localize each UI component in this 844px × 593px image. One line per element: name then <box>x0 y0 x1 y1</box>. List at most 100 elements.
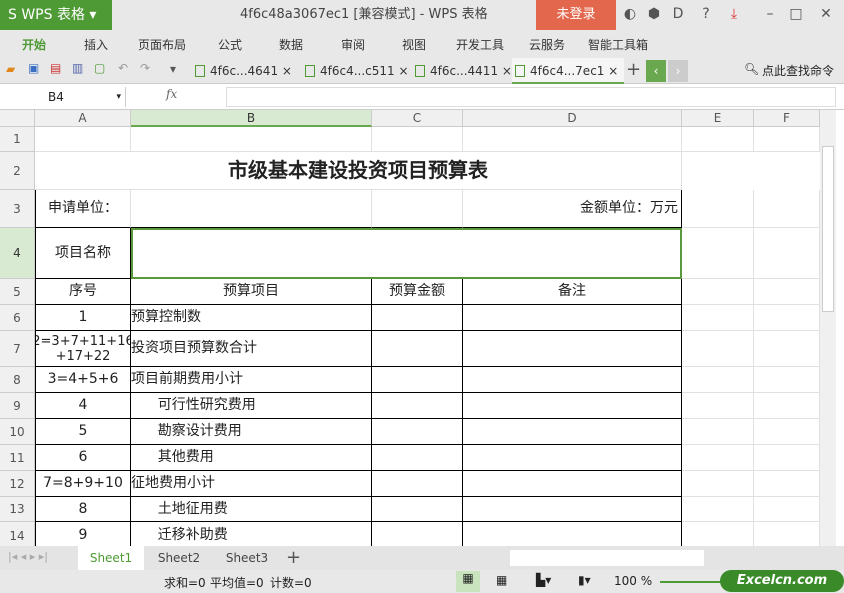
doc-tab[interactable]: 4f6c4...c511 × <box>302 58 410 84</box>
ribbon-tab-1[interactable]: 插入 <box>84 36 108 53</box>
feedback-icon[interactable]: D <box>668 6 688 22</box>
row-header-1[interactable]: 1 <box>0 127 35 152</box>
cell-A4[interactable]: 项目名称 <box>35 228 131 279</box>
cell-E10[interactable] <box>682 419 754 445</box>
maximize-button[interactable]: □ <box>786 6 806 22</box>
cell-B9[interactable]: 可行性研究费用 <box>131 393 372 419</box>
close-button[interactable]: ✕ <box>816 6 836 22</box>
command-search[interactable]: 点此查找命令 <box>762 62 834 79</box>
scroll-thumb[interactable] <box>822 146 834 312</box>
row-header-9[interactable]: 9 <box>0 393 35 419</box>
cell-D8[interactable] <box>463 367 682 393</box>
column-header-E[interactable]: E <box>682 110 754 127</box>
ribbon-tab-7[interactable]: 开发工具 <box>456 36 504 53</box>
cell-B12[interactable]: 征地费用小计 <box>131 471 372 497</box>
row-header-3[interactable]: 3 <box>0 190 35 228</box>
normal-view-icon[interactable]: ▦ <box>456 571 480 592</box>
row-header-13[interactable]: 13 <box>0 497 35 522</box>
spreadsheet-grid[interactable]: A B C D E F 1 2 市级基本建设投资项目预算表 3 申请单位： 金额单位：万元 4 项目名称 5… <box>0 110 820 546</box>
row-header-8[interactable]: 8 <box>0 367 35 393</box>
cell-B3[interactable] <box>131 190 372 228</box>
skin-icon[interactable]: ◐ <box>620 6 640 22</box>
cell-F7[interactable] <box>754 331 820 367</box>
horizontal-scrollbar[interactable] <box>510 550 704 566</box>
print-preview-icon[interactable]: ▢ <box>94 61 105 75</box>
row-header-7[interactable]: 7 <box>0 331 35 367</box>
ribbon-tab-5[interactable]: 审阅 <box>341 36 365 53</box>
row-header-5[interactable]: 5 <box>0 279 35 305</box>
cell-D10[interactable] <box>463 419 682 445</box>
cell-A1[interactable] <box>35 127 131 152</box>
redo-icon[interactable]: ↷ <box>140 61 150 75</box>
cell-A9[interactable]: 4 <box>35 393 131 419</box>
cell-B7[interactable]: 投资项目预算数合计 <box>131 331 372 367</box>
row-header-4[interactable]: 4 <box>0 228 35 279</box>
cell-D6[interactable] <box>463 305 682 331</box>
cell-B1[interactable] <box>131 127 372 152</box>
cell-D13[interactable] <box>463 497 682 522</box>
ribbon-tab-8[interactable]: 云服务 <box>529 36 565 53</box>
minimize-button[interactable]: – <box>760 6 780 22</box>
cell-A5[interactable]: 序号 <box>35 279 131 305</box>
cell-F13[interactable] <box>754 497 820 522</box>
cell-E5[interactable] <box>682 279 754 305</box>
cell-E11[interactable] <box>682 445 754 471</box>
export-pdf-icon[interactable]: ▤ <box>50 61 61 75</box>
cell-E12[interactable] <box>682 471 754 497</box>
cell-A11[interactable]: 6 <box>35 445 131 471</box>
more-dropdown-icon[interactable]: ▾ <box>170 62 176 76</box>
cell-C12[interactable] <box>372 471 463 497</box>
ribbon-tab-3[interactable]: 公式 <box>218 36 242 53</box>
ribbon-tab-6[interactable]: 视图 <box>402 36 426 53</box>
page-break-view-icon[interactable]: ▦ <box>496 573 507 587</box>
close-tab-icon[interactable]: × <box>604 64 618 78</box>
cell-C10[interactable] <box>372 419 463 445</box>
cell-F5[interactable] <box>754 279 820 305</box>
cell-D14[interactable] <box>463 522 682 546</box>
sheet-tab-Sheet3[interactable]: Sheet3 <box>214 546 280 570</box>
close-tab-icon[interactable]: × <box>278 64 292 78</box>
close-tab-icon[interactable]: × <box>498 64 512 78</box>
ribbon-tab-0[interactable]: 开始 <box>22 36 46 53</box>
cell-C13[interactable] <box>372 497 463 522</box>
cell-A10[interactable]: 5 <box>35 419 131 445</box>
cell-D5[interactable]: 备注 <box>463 279 682 305</box>
cell-E1[interactable] <box>682 127 754 152</box>
cell-F1[interactable] <box>754 127 820 152</box>
cell-F11[interactable] <box>754 445 820 471</box>
row-header-10[interactable]: 10 <box>0 419 35 445</box>
column-header-D[interactable]: D <box>463 110 682 127</box>
tab-next-button[interactable]: › <box>668 60 688 82</box>
cell-E4[interactable] <box>682 228 754 279</box>
cell-D9[interactable] <box>463 393 682 419</box>
undo-icon[interactable]: ↶ <box>118 61 128 75</box>
cell-C5[interactable]: 预算金额 <box>372 279 463 305</box>
cell-F10[interactable] <box>754 419 820 445</box>
cell-C1[interactable] <box>372 127 463 152</box>
login-button[interactable]: 未登录 <box>536 0 616 30</box>
row-header-11[interactable]: 11 <box>0 445 35 471</box>
cell-B13[interactable]: 土地征用费 <box>131 497 372 522</box>
tab-prev-button[interactable]: ‹ <box>646 60 666 82</box>
cell-C11[interactable] <box>372 445 463 471</box>
cell-A3[interactable]: 申请单位： <box>35 190 131 228</box>
select-all-corner[interactable] <box>0 110 35 127</box>
cell-A12[interactable]: 7=8+9+10 <box>35 471 131 497</box>
cell-A7[interactable]: 2=3+7+11+16 +17+22 <box>35 331 131 367</box>
row-header-14[interactable]: 14 <box>0 522 35 546</box>
vertical-scrollbar[interactable] <box>820 110 836 546</box>
cell-D1[interactable] <box>463 127 682 152</box>
cell-F3[interactable] <box>754 190 820 228</box>
cell-C6[interactable] <box>372 305 463 331</box>
cell-F8[interactable] <box>754 367 820 393</box>
save-icon[interactable]: ▣ <box>28 61 39 75</box>
sheet-nav-icon[interactable]: |◂ ◂ ▸ ▸| <box>8 550 48 563</box>
cell-E3[interactable] <box>682 190 754 228</box>
row-header-12[interactable]: 12 <box>0 471 35 497</box>
cell-E13[interactable] <box>682 497 754 522</box>
column-header-F[interactable]: F <box>754 110 820 127</box>
cell-B5[interactable]: 预算项目 <box>131 279 372 305</box>
cell-F9[interactable] <box>754 393 820 419</box>
cell-F6[interactable] <box>754 305 820 331</box>
cell-C7[interactable] <box>372 331 463 367</box>
